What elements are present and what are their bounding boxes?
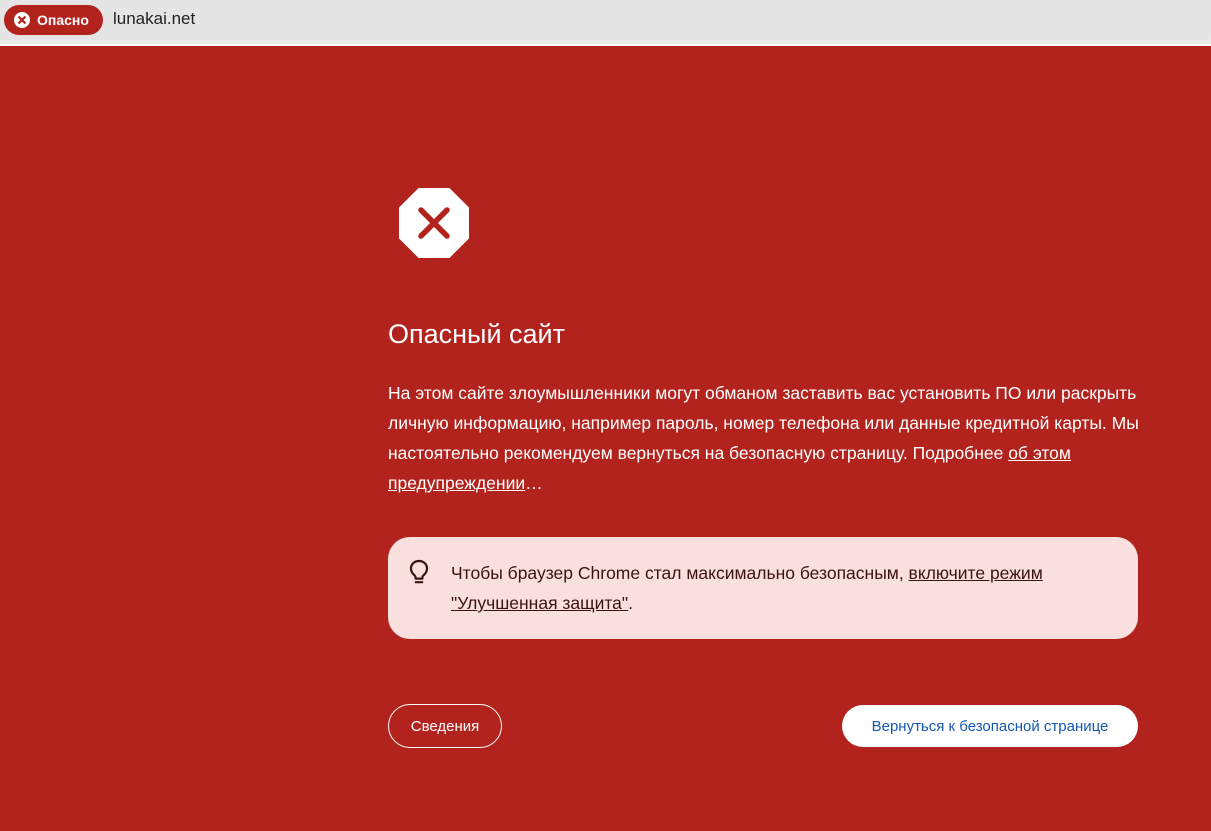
omnibox[interactable]: Опасно lunakai.net xyxy=(0,0,1211,40)
lightbulb-icon xyxy=(409,559,429,584)
security-status-chip[interactable]: Опасно xyxy=(4,5,103,35)
tip-text: Чтобы браузер Chrome стал максимально бе… xyxy=(451,558,1121,618)
details-button[interactable]: Сведения xyxy=(388,704,502,748)
enhanced-protection-tip: Чтобы браузер Chrome стал максимально бе… xyxy=(388,537,1138,639)
security-chip-label: Опасно xyxy=(37,12,89,28)
learn-more-suffix: … xyxy=(525,473,543,493)
back-to-safety-button[interactable]: Вернуться к безопасной странице xyxy=(842,705,1138,747)
stop-sign-icon xyxy=(399,188,469,258)
tip-message: Чтобы браузер Chrome стал максимально бе… xyxy=(451,563,909,583)
warning-description: На этом сайте злоумышленники могут обман… xyxy=(388,378,1140,498)
page-title: Опасный сайт xyxy=(388,319,566,349)
error-circle-icon xyxy=(14,12,30,28)
url-text[interactable]: lunakai.net xyxy=(113,9,195,29)
browser-toolbar: Опасно lunakai.net xyxy=(0,0,1211,46)
tip-suffix: . xyxy=(628,593,633,613)
